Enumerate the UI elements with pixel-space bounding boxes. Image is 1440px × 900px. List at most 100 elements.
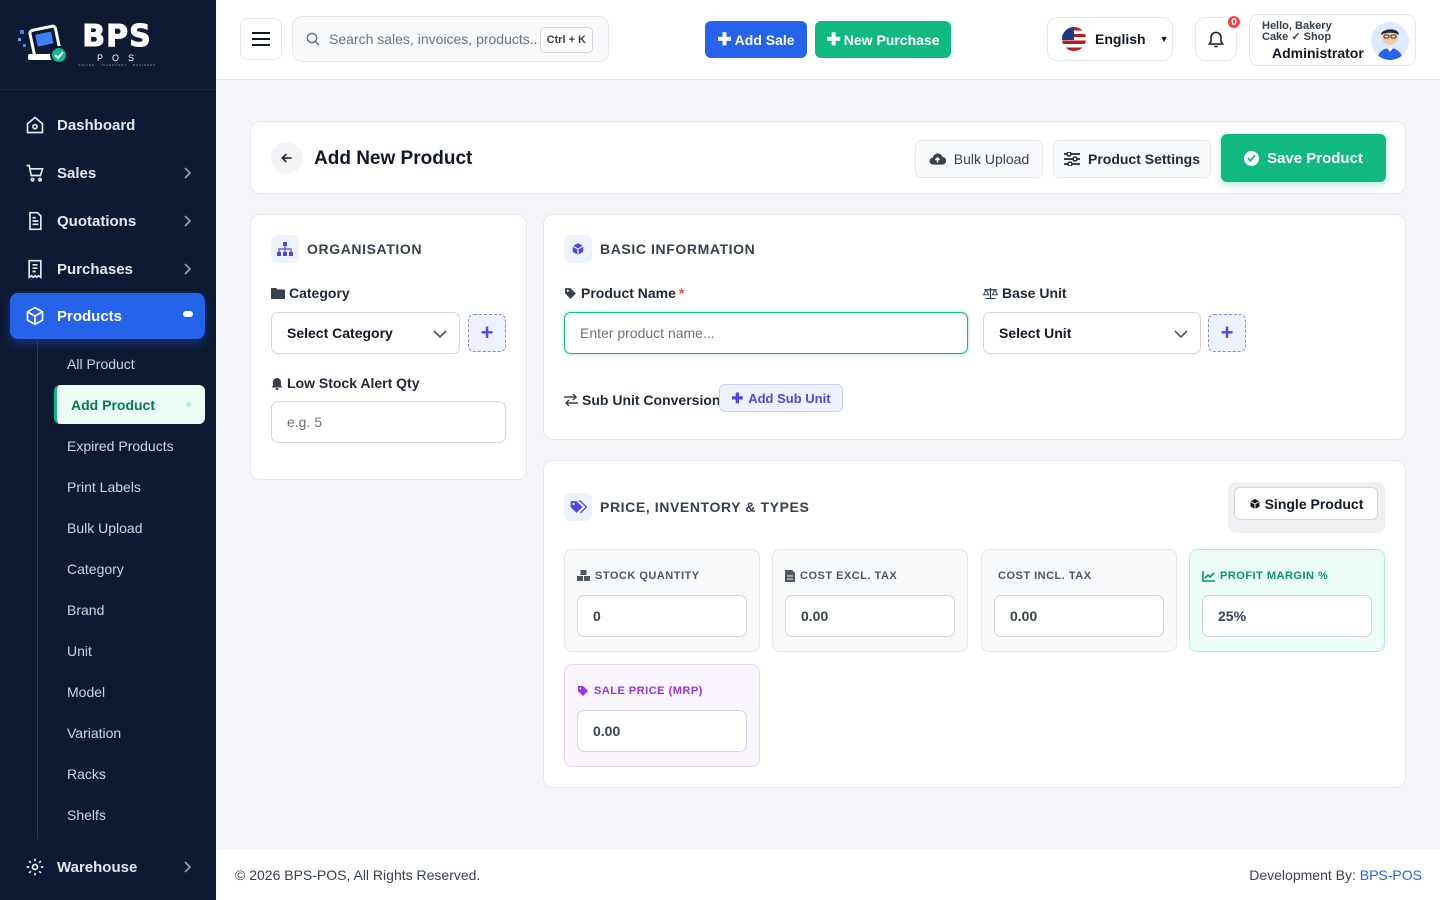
us-flag-icon — [1062, 27, 1086, 51]
product-name-field[interactable] — [564, 312, 968, 354]
brand-logo[interactable]: BPS POS ONLINE · INVENTORY · BUSINESS — [0, 0, 216, 90]
plus-icon: ✚ — [731, 390, 744, 406]
caret-down-icon: ▼ — [1159, 34, 1169, 44]
low-stock-input[interactable] — [287, 414, 505, 430]
notifications-button[interactable]: 0 — [1195, 14, 1242, 61]
sidebar-item-label: Quotations — [57, 212, 137, 230]
box-icon — [24, 305, 46, 327]
submenu-item-category[interactable]: Category — [38, 548, 216, 589]
basic-info-title: BASIC INFORMATION — [564, 235, 755, 263]
organisation-title-text: ORGANISATION — [307, 241, 423, 257]
category-label: Category — [271, 285, 350, 301]
bulk-upload-button[interactable]: Bulk Upload — [915, 140, 1043, 178]
sidebar-item-purchases[interactable]: Purchases — [0, 245, 216, 293]
products-submenu: All Product Add Product Expired Products… — [37, 339, 216, 839]
bell-icon — [271, 377, 283, 390]
sale-price-label-text: SALE PRICE (MRP) — [594, 685, 703, 697]
single-product-button[interactable]: Single Product — [1234, 487, 1378, 520]
submenu-item-racks[interactable]: Racks — [38, 753, 216, 794]
global-search[interactable]: Ctrl + K — [292, 16, 609, 62]
sidebar-item-label: Products — [57, 307, 123, 325]
sidebar-item-warehouse[interactable]: Warehouse — [0, 843, 216, 891]
product-settings-button[interactable]: Product Settings — [1053, 140, 1211, 178]
developer-credit: Development By: BPS-POS — [1249, 867, 1422, 883]
sidebar-nav: Dashboard Sales Quotations Purchases Pro… — [0, 90, 216, 839]
plus-icon: ✚ — [717, 30, 732, 49]
base-unit-select[interactable]: Select Unit — [983, 312, 1201, 354]
profit-margin-input[interactable]: 25% — [1202, 595, 1372, 637]
required-asterisk: * — [678, 285, 685, 301]
sale-price-input[interactable]: 0.00 — [577, 710, 747, 752]
sidebar-item-dashboard[interactable]: Dashboard — [0, 101, 216, 149]
product-name-label-text: Product Name — [581, 285, 676, 301]
sale-price-label: SALE PRICE (MRP) — [577, 685, 703, 697]
user-role: Administrator — [1272, 45, 1364, 61]
menu-toggle-button[interactable] — [240, 18, 282, 60]
cost-incl-tax-input[interactable]: 0.00 — [994, 595, 1164, 637]
cost-excl-tax-input[interactable]: 0.00 — [785, 595, 955, 637]
document-icon — [24, 210, 46, 232]
low-stock-label-text: Low Stock Alert Qty — [287, 375, 420, 391]
submenu-item-brand[interactable]: Brand — [38, 589, 216, 630]
topbar: Ctrl + K ✚Add Sale ✚New Purchase English… — [216, 0, 1440, 80]
low-stock-field[interactable] — [271, 401, 506, 443]
add-sub-unit-button[interactable]: ✚ Add Sub Unit — [719, 384, 843, 412]
submenu-item-print-labels[interactable]: Print Labels — [38, 466, 216, 507]
submenu-item-bulk-upload[interactable]: Bulk Upload — [38, 507, 216, 548]
language-selector[interactable]: English ▼ — [1047, 17, 1173, 61]
new-purchase-label: New Purchase — [843, 31, 940, 48]
user-menu[interactable]: Hello, Bakery Cake ✓ Shop Administrator — [1249, 14, 1416, 66]
submenu-item-variation[interactable]: Variation — [38, 712, 216, 753]
tag-icon — [564, 287, 577, 300]
add-unit-button[interactable]: + — [1208, 314, 1246, 352]
stock-quantity-label-text: STOCK QUANTITY — [595, 570, 700, 582]
cart-icon — [24, 162, 46, 184]
base-unit-label-text: Base Unit — [1002, 285, 1067, 301]
cost-incl-tax-label: COST INCL. TAX — [998, 570, 1092, 582]
search-input[interactable] — [329, 31, 539, 47]
cloud-upload-icon — [929, 152, 946, 166]
plus-icon: ✚ — [826, 30, 841, 49]
submenu-item-add-product[interactable]: Add Product — [54, 385, 205, 424]
product-name-input[interactable] — [580, 325, 967, 341]
basic-info-title-text: BASIC INFORMATION — [600, 241, 756, 257]
scale-icon — [983, 287, 998, 300]
submenu-item-expired-products[interactable]: Expired Products — [38, 425, 216, 466]
category-label-text: Category — [289, 285, 350, 301]
category-select[interactable]: Select Category — [271, 312, 460, 354]
save-product-button[interactable]: Save Product — [1221, 134, 1386, 182]
page-header: Add New Product Bulk Upload Product Sett… — [250, 121, 1406, 194]
add-sale-button[interactable]: ✚ Add Sale — [705, 21, 807, 58]
active-indicator — [183, 311, 193, 317]
stock-quantity-input[interactable]: 0 — [577, 595, 747, 637]
sidebar-item-sales[interactable]: Sales — [0, 149, 216, 197]
submenu-item-unit[interactable]: Unit — [38, 630, 216, 671]
notification-count-badge: 0 — [1226, 14, 1242, 30]
avatar — [1371, 22, 1409, 60]
sale-price-box: SALE PRICE (MRP) 0.00 — [564, 664, 760, 767]
sidebar-item-products[interactable]: Products — [10, 293, 205, 339]
sidebar-item-quotations[interactable]: Quotations — [0, 197, 216, 245]
cost-excl-tax-box: COST EXCL. TAX 0.00 — [772, 549, 968, 652]
footer: © 2026 BPS-POS, All Rights Reserved. Dev… — [216, 850, 1440, 900]
brand-tagline: ONLINE · INVENTORY · BUSINESS — [78, 63, 157, 67]
page-title: Add New Product — [314, 148, 473, 169]
profit-margin-label-text: PROFIT MARGIN % — [1220, 570, 1329, 582]
developer-prefix: Development By: — [1249, 867, 1360, 883]
submenu-item-all-product[interactable]: All Product — [38, 343, 216, 384]
cube-icon — [564, 235, 592, 263]
back-button[interactable] — [271, 142, 303, 174]
cost-excl-tax-label: COST EXCL. TAX — [785, 570, 897, 582]
low-stock-label: Low Stock Alert Qty — [271, 375, 420, 391]
submenu-item-model[interactable]: Model — [38, 671, 216, 712]
product-settings-label: Product Settings — [1087, 151, 1200, 167]
submenu-item-shelfs[interactable]: Shelfs — [38, 794, 216, 835]
chart-line-icon — [1202, 570, 1215, 582]
search-shortcut-hint: Ctrl + K — [539, 27, 593, 53]
sitemap-icon — [271, 235, 299, 263]
add-category-button[interactable]: + — [468, 314, 506, 352]
stock-quantity-label: STOCK QUANTITY — [577, 570, 700, 582]
category-select-value: Select Category — [287, 325, 393, 341]
new-purchase-button[interactable]: ✚ New Purchase — [815, 21, 951, 58]
developer-link[interactable]: BPS-POS — [1360, 867, 1422, 883]
